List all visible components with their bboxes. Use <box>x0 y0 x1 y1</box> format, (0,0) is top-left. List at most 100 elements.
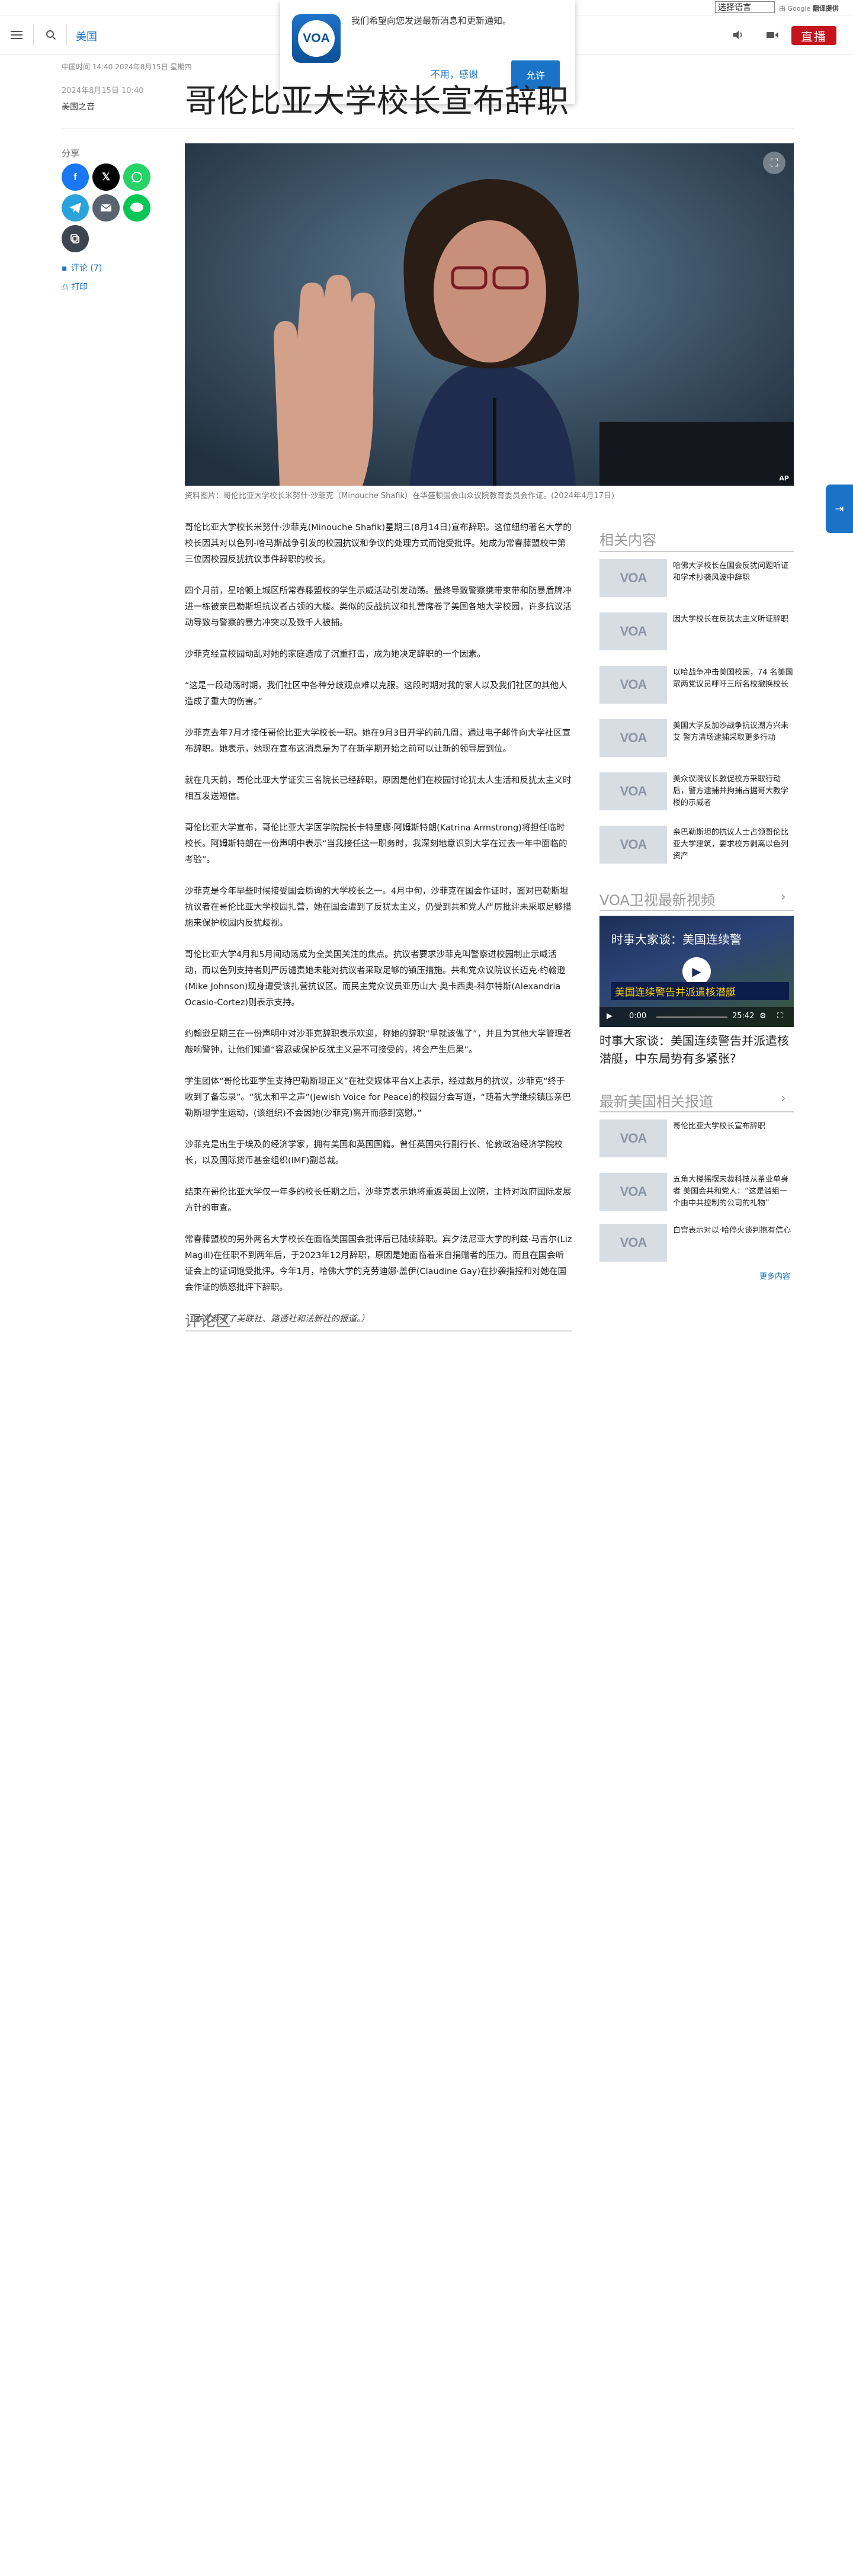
paragraph: 学生团体“哥伦比亚学生支持巴勒斯坦正义”在社交媒体平台X上表示，经过数月的抗议，… <box>185 1077 571 1118</box>
video-current-time: 0:00 <box>629 1012 647 1021</box>
voa-thumbnail: VOA <box>599 1173 667 1211</box>
video-caption[interactable]: 时事大家谈：美国连续警告并派遣核潜艇，中东局势有多紧张? <box>599 1032 794 1067</box>
voa-logo-icon: VOA <box>620 624 647 639</box>
byline: 美国之音 <box>62 102 95 112</box>
video-camera-icon[interactable] <box>764 27 781 43</box>
facebook-share-icon[interactable]: f <box>62 163 89 191</box>
hero-photo: ⛶ AP <box>185 143 794 486</box>
related-item-title: 亲巴勒斯坦的抗议人士占领哥伦比亚大学建筑，要求校方剥离以色列资产 <box>673 828 789 861</box>
voa-logo-icon: VOA <box>620 730 647 745</box>
comment-icon: ▪ <box>62 264 68 273</box>
video-progress-bar[interactable] <box>656 1016 727 1018</box>
paragraph: 结束在哥伦比亚大学仅一年多的校长任期之后，沙菲克表示她将重返英国上议院，主持对政… <box>185 1188 572 1213</box>
voa-thumbnail: VOA <box>599 826 667 864</box>
section-link-us[interactable]: 美国 <box>76 28 97 44</box>
latest-item[interactable]: VOA 哥伦比亚大学校长宣布辞职 <box>599 1119 794 1160</box>
voa-logo-icon: VOA <box>620 1184 647 1199</box>
video-player[interactable]: 时事大家谈：美国连续警 ▶ 美国连续警告并派遣核潜艇 ▶ 0:00 25:42 … <box>599 916 794 1027</box>
paragraph: 沙菲克经宣校园动乱对她的家庭造成了沉重打击，成为她决定辞职的一个因素。 <box>185 650 486 659</box>
video-banner: 美国连续警告并派遣核潜艇 <box>611 982 789 1000</box>
photo-caption: 资料图片：哥伦比亚大学校长米努什·沙菲克（Minouche Shafik）在华盛… <box>185 492 615 501</box>
expand-icon[interactable]: ⛶ <box>763 152 785 174</box>
current-time: 中国时间 14:40 2024年8月15日 星期四 <box>62 63 192 71</box>
article-body: 哥伦比亚大学校长米努什·沙菲克(Minouche Shafik)星期三(8月14… <box>185 520 572 1343</box>
voa-logo-icon: VOA <box>620 677 647 692</box>
voa-thumbnail: VOA <box>599 1224 667 1262</box>
photo-credit: AP <box>779 474 789 482</box>
voa-logo-icon: VOA <box>620 1131 647 1146</box>
latest-item[interactable]: VOA 五角大楼摇摆未裁科技从茶业单身者 美国会共和党人：“这是滥组一个由中共控… <box>599 1173 794 1213</box>
paragraph: 约翰逊星期三在一份声明中对沙菲克辞职表示欢迎，称她的辞职“早就该做了”，并且为其… <box>185 1029 572 1055</box>
telegram-share-icon[interactable] <box>62 194 89 222</box>
divider <box>185 1330 572 1332</box>
voa-thumbnail: VOA <box>599 719 667 757</box>
hero-photo-illustration <box>185 143 794 486</box>
latest-item[interactable]: VOA 白宫表示对以·哈停火谈判抱有信心 <box>599 1224 794 1264</box>
latest-section-title[interactable]: 最新美国相关报道 <box>599 1090 713 1111</box>
latest-item-title: 五角大楼摇摆未裁科技从茶业单身者 美国会共和党人：“这是滥组一个由中共控制的公司… <box>673 1175 789 1208</box>
side-panel-toggle-icon[interactable]: ⇥ <box>826 485 853 533</box>
print-icon: ⎙ <box>62 283 69 292</box>
latest-item-title: 哥伦比亚大学校长宣布辞职 <box>673 1122 766 1131</box>
fullscreen-icon[interactable]: ⛶ <box>777 1012 783 1021</box>
google-label: 由 Google <box>779 5 811 12</box>
related-item-title: 美国大学反加沙战争抗议潮方兴未艾 警方清场逮捕采取更多行动 <box>673 721 789 742</box>
search-icon[interactable] <box>43 27 59 43</box>
menu-icon[interactable] <box>8 27 25 43</box>
source-credit: （本文参考了美联社、路透社和法新社的报道。） <box>185 1314 370 1324</box>
video-overlay-title: 时事大家谈：美国连续警 <box>611 932 742 947</box>
related-item[interactable]: VOA 亲巴勒斯坦的抗议人士占领哥伦比亚大学建筑，要求校方剥离以色列资产 <box>599 826 794 866</box>
related-item[interactable]: VOA 哈佛大学校长在国会反犹问题听证和学术抄袭风波中辞职 <box>599 559 794 599</box>
related-item[interactable]: VOA 以哈战争冲击美国校园，74 名美国眾两党议员呼吁三所名校撤换校长 <box>599 666 794 706</box>
comments-section-title: 评论区 <box>185 1313 232 1330</box>
related-item-title: 美众议院议长敦促校方采取行动后，警方逮捕并拘捕占据哥大教学楼的示威者 <box>673 775 789 807</box>
related-item[interactable]: VOA 美国大学反加沙战争抗议潮方兴未艾 警方清场逮捕采取更多行动 <box>599 719 794 759</box>
article-headline: 哥伦比亚大学校长宣布辞职 <box>185 82 569 120</box>
settings-icon[interactable]: ⚙ <box>759 1012 767 1021</box>
translate-label: 翻译提供 <box>812 5 839 12</box>
email-share-icon[interactable] <box>92 194 120 222</box>
line-share-icon[interactable] <box>123 194 150 222</box>
voa-logo-icon: VOA <box>620 570 647 585</box>
voa-logo-icon: VOA <box>620 784 647 798</box>
paragraph: 哥伦比亚大学校长米努什·沙菲克(Minouche Shafik)星期三(8月14… <box>185 523 572 564</box>
paragraph: 沙菲克去年7月才接任哥伦比亚大学校长一职。她在9月3日开学的前几周，通过电子邮件… <box>185 729 571 754</box>
voa-thumbnail: VOA <box>599 559 667 597</box>
paragraph: 沙菲克是今年早些时候接受国会质询的大学校长之一。4月中旬，沙菲克在国会作证时，面… <box>185 887 572 928</box>
share-label: 分享 <box>62 148 80 159</box>
related-title: 相关内容 <box>599 532 656 548</box>
video-controls: ▶ 0:00 25:42 ⚙ ⛶ <box>599 1007 794 1027</box>
more-content-link[interactable]: 更多内容 <box>759 1270 790 1281</box>
chevron-right-icon[interactable]: › <box>781 890 786 904</box>
paragraph: 沙菲克是出生于埃及的经济学家，拥有美国和英国国籍。曾任英国央行副行长、伦敦政治经… <box>185 1140 563 1166</box>
divider <box>599 551 794 552</box>
voa-logo-icon: VOA <box>620 1235 647 1250</box>
whatsapp-share-icon[interactable] <box>123 163 150 191</box>
related-item[interactable]: VOA 因大学校长在反犹太主义听证辞职 <box>599 612 794 653</box>
paragraph: 就在几天前，哥伦比亚大学证实三名院长已经辞职，原因是他们在校园讨论犹太人生活和反… <box>185 776 572 801</box>
chevron-right-icon[interactable]: › <box>781 1091 786 1106</box>
comments-link[interactable]: ▪ 评论 (7) <box>62 262 102 274</box>
comments-link-label: 评论 (7) <box>71 264 102 273</box>
x-share-icon[interactable]: 𝕏 <box>92 163 120 191</box>
related-item-title: 以哈战争冲击美国校园，74 名美国眾两党议员呼吁三所名校撤换校长 <box>673 668 793 689</box>
audio-icon[interactable] <box>730 27 746 43</box>
related-item-title: 哈佛大学校长在国会反犹问题听证和学术抄袭风波中辞职 <box>673 562 789 582</box>
video-total-time: 25:42 <box>732 1012 755 1021</box>
live-button[interactable]: 直播 <box>791 26 836 45</box>
divider <box>599 1111 794 1112</box>
voa-thumbnail: VOA <box>599 612 667 650</box>
play-control-icon[interactable]: ▶ <box>607 1012 613 1021</box>
related-item[interactable]: VOA 美众议院议长敦促校方采取行动后，警方逮捕并拘捕占据哥大教学楼的示威者 <box>599 772 794 813</box>
print-link-label: 打印 <box>71 283 88 292</box>
play-icon[interactable]: ▶ <box>682 957 711 986</box>
paragraph: 四个月前，星哈顿上城区所常春藤盟校的学生示威活动引发动荡。最终导致警察携带束带和… <box>185 586 572 628</box>
voa-logo-text: VOA <box>298 20 335 57</box>
video-section-title[interactable]: VOA卫视最新视频 <box>599 888 715 909</box>
print-link[interactable]: ⎙ 打印 <box>62 281 88 293</box>
voa-thumbnail: VOA <box>599 666 667 704</box>
notification-message: 我们希望向您发送最新消息和更新通知。 <box>351 15 512 26</box>
copy-link-icon[interactable] <box>62 225 89 252</box>
language-select[interactable]: 选择语言 <box>715 1 775 13</box>
voa-logo-icon: VOA <box>620 837 647 852</box>
